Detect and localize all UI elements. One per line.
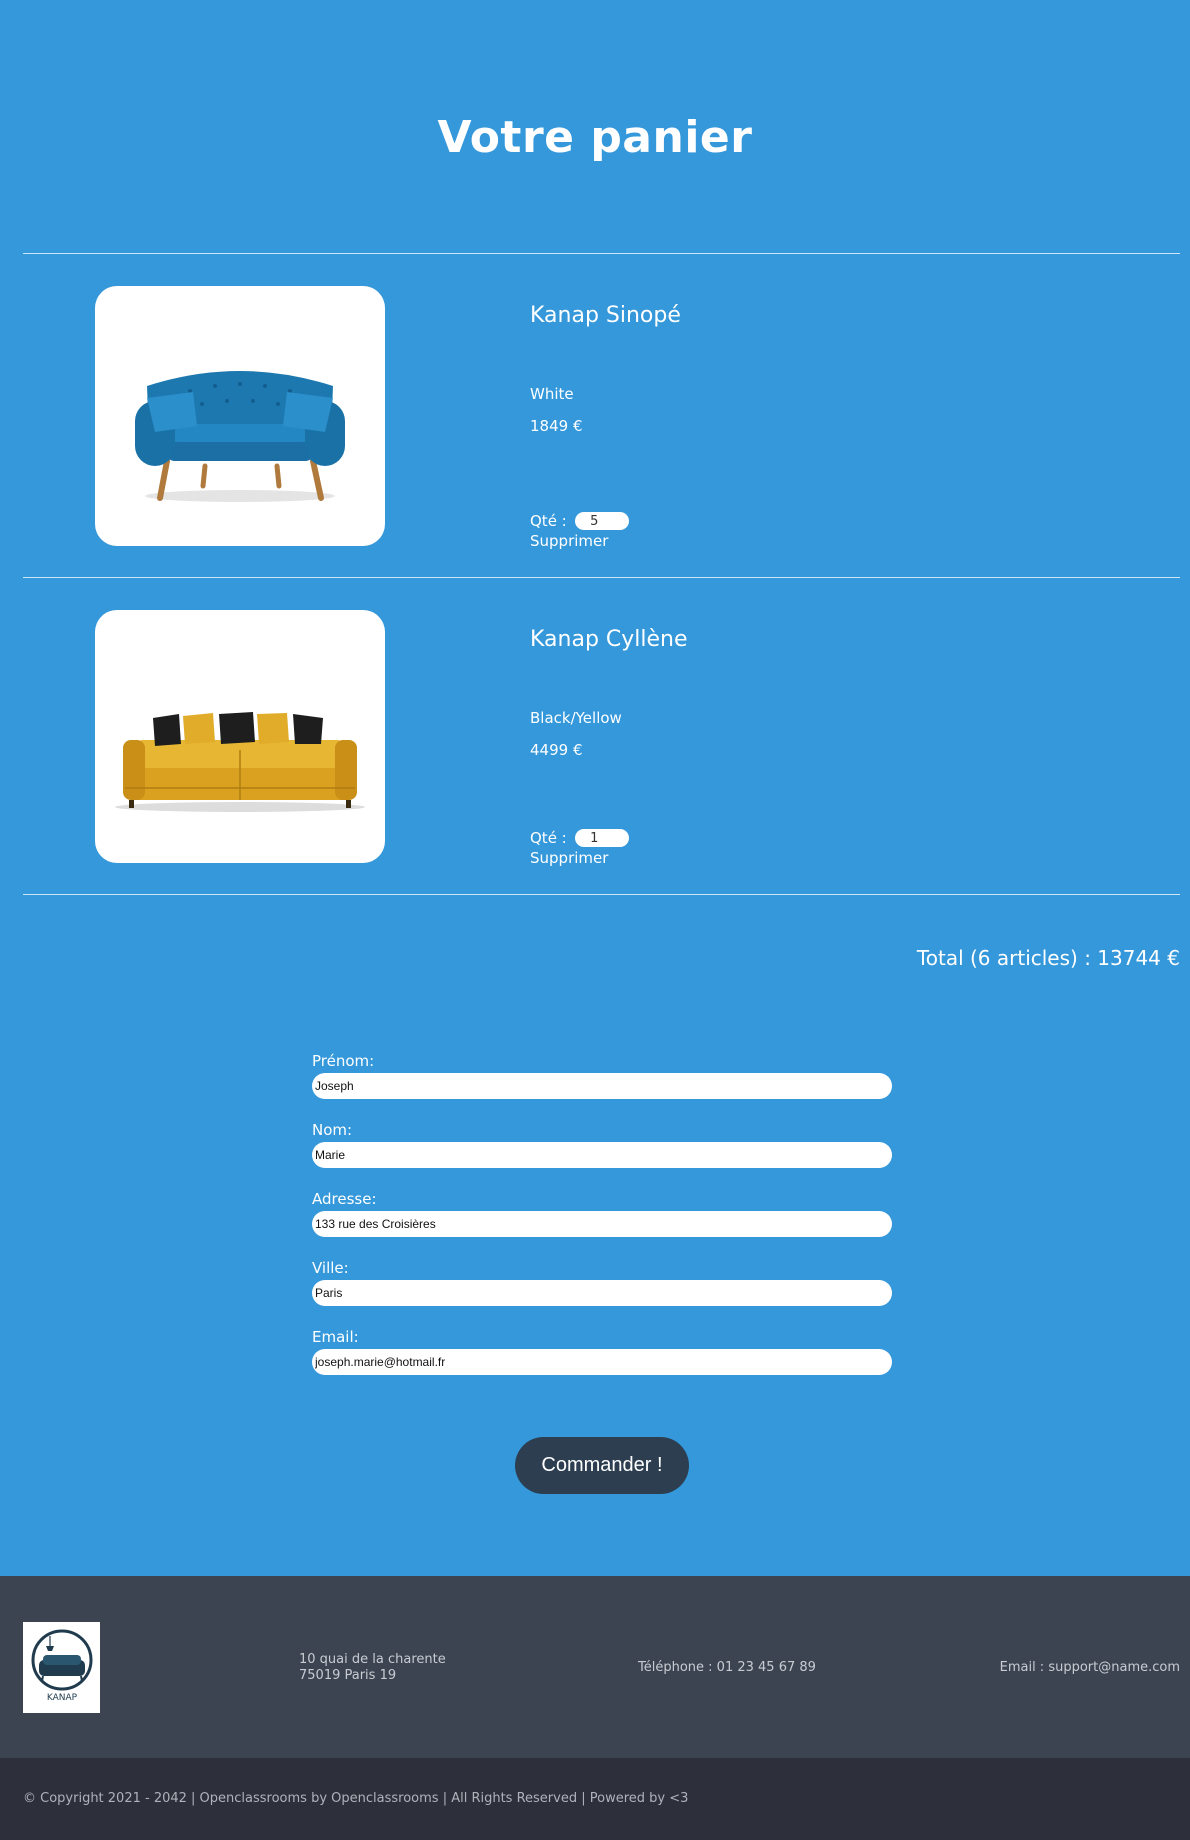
first-name-field: Prénom: (312, 1052, 892, 1099)
city-field: Ville: (312, 1259, 892, 1306)
kanap-logo[interactable]: KANAP (23, 1622, 100, 1713)
page-title: Votre panier (437, 112, 753, 163)
first-name-input[interactable] (312, 1073, 892, 1099)
address-line-2: 75019 Paris 19 (299, 1668, 397, 1683)
cart-total: Total (6 articles) : 13744 € (916, 946, 1180, 970)
city-label: Ville: (312, 1259, 349, 1277)
email-field: Email: (312, 1328, 892, 1375)
sofa-illustration (135, 371, 345, 502)
logo-text: KANAP (47, 1693, 78, 1703)
product-color: White (530, 385, 574, 403)
last-name-field: Nom: (312, 1121, 892, 1168)
quantity-input[interactable] (574, 512, 629, 530)
copyright-text: © Copyright 2021 - 2042 | Openclassrooms… (23, 1791, 689, 1806)
footer-address: 10 quai de la charente 75019 Paris 19 (299, 1652, 446, 1684)
address-label: Adresse: (312, 1190, 377, 1208)
yellow-sofa-image (95, 610, 385, 863)
address-line-1: 10 quai de la charente (299, 1652, 446, 1667)
blue-sofa-image (95, 286, 385, 546)
quantity-row: Qté : (530, 829, 629, 847)
cart-section: Votre panier Kanap Sinopé White 1849 € Q… (0, 0, 1190, 1576)
last-name-label: Nom: (312, 1121, 353, 1139)
product-price: 4499 € (530, 741, 583, 759)
city-input[interactable] (312, 1280, 892, 1306)
delete-item-link[interactable]: Supprimer (530, 532, 608, 550)
divider (23, 253, 1180, 254)
last-name-input[interactable] (312, 1142, 892, 1168)
copyright-bar: © Copyright 2021 - 2042 | Openclassrooms… (0, 1758, 1190, 1840)
email-label: Email: (312, 1328, 359, 1346)
product-name: Kanap Sinopé (530, 303, 681, 328)
footer: KANAP 10 quai de la charente 75019 Paris… (0, 1576, 1190, 1758)
product-color: Black/Yellow (530, 709, 622, 727)
sofa-logo-icon: KANAP (31, 1629, 93, 1703)
first-name-label: Prénom: (312, 1052, 375, 1070)
address-field: Adresse: (312, 1190, 892, 1237)
footer-email: Email : support@name.com (999, 1660, 1180, 1675)
quantity-row: Qté : (530, 512, 629, 530)
quantity-input[interactable] (574, 829, 629, 847)
divider (23, 577, 1180, 578)
divider (23, 894, 1180, 895)
quantity-label: Qté : (530, 512, 567, 530)
order-form: Prénom: Nom: Adresse: Ville: Email: (312, 1052, 892, 1397)
product-name: Kanap Cyllène (530, 627, 688, 652)
footer-phone: Téléphone : 01 23 45 67 89 (638, 1660, 816, 1675)
order-button[interactable]: Commander ! (515, 1437, 689, 1494)
quantity-label: Qté : (530, 829, 567, 847)
delete-item-link[interactable]: Supprimer (530, 849, 608, 867)
product-price: 1849 € (530, 417, 583, 435)
address-input[interactable] (312, 1211, 892, 1237)
email-input[interactable] (312, 1349, 892, 1375)
sofa-illustration (115, 712, 365, 812)
